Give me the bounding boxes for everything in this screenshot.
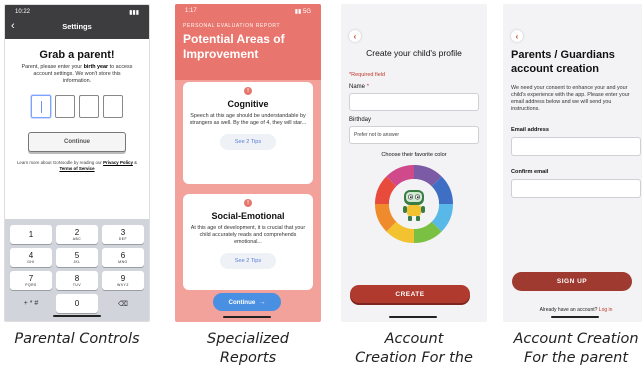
card-title: Cognitive	[227, 99, 269, 109]
arrow-right-icon: →	[259, 298, 266, 306]
digit-field-2[interactable]	[55, 95, 75, 118]
name-label: Name *	[349, 84, 370, 90]
page-title: Grab a parent!	[39, 49, 115, 61]
name-field[interactable]	[349, 93, 479, 111]
top-bar: 10:22 ▮▮▮ ‹ Settings	[5, 5, 149, 39]
caption-account-creation-child: Account Creation For the child	[355, 331, 473, 366]
back-icon[interactable]: ‹	[11, 20, 31, 32]
email-field[interactable]	[511, 137, 641, 156]
page-title: Potential Areas of Improvement	[183, 32, 285, 61]
confirm-email-label: Confirm email	[511, 169, 549, 175]
color-wheel-graphic	[375, 165, 453, 243]
status-bar: 1:17 ▮▮ 5G	[183, 8, 313, 15]
signal-icon: ▮▮▮	[129, 10, 139, 16]
home-indicator	[53, 315, 101, 317]
improvement-card: ! Social-Emotional At this age of develo…	[183, 194, 313, 290]
parent-account-screen: ‹ Parents / Guardians account creation W…	[503, 4, 642, 322]
color-wheel	[373, 163, 455, 245]
key-8[interactable]: 8 TUV	[56, 271, 98, 290]
number-keypad: 1 2 ABC 3 DEF 4 GHI 5 JKL 6 MNO 7 PQRS 8 TUV 9W…	[5, 219, 149, 321]
color-label: Choose their favorite color	[381, 152, 447, 158]
caption-account-creation-parent: Account Creation For the parent	[513, 331, 639, 366]
confirm-email-field[interactable]	[511, 179, 641, 198]
privacy-policy-link[interactable]: Privacy Policy	[103, 160, 133, 165]
key-3[interactable]: 3 DEF	[102, 225, 144, 244]
continue-label: Continue	[228, 298, 256, 306]
nav-title: Settings	[62, 21, 92, 31]
continue-button[interactable]: Continue →	[213, 293, 281, 311]
consent-description: We need your consent to enhance your and…	[511, 85, 630, 112]
digit-field-3[interactable]	[79, 95, 99, 118]
required-note: *Required field	[349, 72, 386, 78]
digit-field-4[interactable]	[103, 95, 123, 118]
card-title: Social-Emotional	[211, 211, 285, 221]
create-button[interactable]: CREATE	[350, 285, 470, 303]
report-header: 1:17 ▮▮ 5G PERSONAL EVALUATION REPORT Po…	[175, 4, 321, 80]
parent-gate: Grab a parent! Parent, please enter your…	[5, 39, 149, 219]
gate-description: Parent, please enter your birth year to …	[21, 64, 133, 84]
home-indicator	[551, 316, 599, 318]
digit-field-1[interactable]	[31, 95, 51, 118]
back-icon[interactable]: ‹	[349, 30, 361, 42]
parental-controls-screen: 10:22 ▮▮▮ ‹ Settings Grab a parent! Pare…	[4, 4, 150, 322]
status-time: 10:22	[15, 9, 31, 15]
key-2[interactable]: 2 ABC	[56, 225, 98, 244]
key-9[interactable]: 9 WXYZ	[102, 271, 144, 290]
login-prompt: Already have an account? Log in	[539, 307, 613, 313]
key-7[interactable]: 7 PQRS	[10, 271, 52, 290]
key-6[interactable]: 6 MNO	[102, 248, 144, 267]
key-0[interactable]: 0	[56, 294, 98, 313]
see-tips-button[interactable]: See 2 Tips	[220, 134, 276, 150]
child-profile-screen: ‹ Create your child's profile *Required …	[341, 4, 487, 322]
caption-parental-controls: Parental Controls	[14, 331, 140, 347]
birthday-label: Birthday	[349, 117, 372, 123]
card-text: Speech at this age should be understanda…	[189, 113, 307, 126]
alert-icon: !	[244, 87, 252, 95]
email-label: Email address	[511, 127, 549, 133]
report-kicker: PERSONAL EVALUATION REPORT	[183, 23, 281, 29]
key-1[interactable]: 1	[10, 225, 52, 244]
alert-icon: !	[244, 199, 252, 207]
reports-screen: 1:17 ▮▮ 5G PERSONAL EVALUATION REPORT Po…	[175, 4, 321, 322]
key-4[interactable]: 4 GHI	[10, 248, 52, 267]
improvement-card: ! Cognitive Speech at this age should be…	[183, 82, 313, 184]
continue-button[interactable]: Continue	[28, 132, 126, 152]
nav-row: ‹ Settings	[5, 16, 149, 36]
caption-specialized-reports: Specialized Reports	[206, 331, 289, 366]
birth-year-input	[13, 95, 141, 118]
delete-icon[interactable]: ⌫	[102, 294, 144, 313]
status-bar: 10:22 ▮▮▮	[5, 5, 149, 16]
legal-text: Learn more about GoNoodle by reading our…	[16, 160, 138, 171]
home-indicator	[389, 316, 437, 318]
home-indicator	[223, 316, 271, 318]
card-text: At this age of development, it is crucia…	[190, 225, 306, 245]
key-5[interactable]: 5 JKL	[56, 248, 98, 267]
sign-up-button[interactable]: SIGN UP	[512, 272, 632, 291]
back-icon[interactable]: ‹	[511, 30, 523, 42]
key-symbols[interactable]: + * #	[10, 294, 52, 313]
signal-icon: ▮▮ 5G	[294, 9, 311, 15]
terms-of-service-link[interactable]: Terms of Service	[59, 166, 94, 171]
page-title: Parents / Guardians account creation	[511, 49, 615, 75]
login-link[interactable]: Log in	[599, 307, 613, 313]
page-title: Create your child's profile	[366, 48, 462, 58]
birthday-field[interactable]: Prefer not to answer	[349, 126, 479, 144]
status-time: 1:17	[185, 8, 197, 14]
see-tips-button[interactable]: See 2 Tips	[220, 253, 276, 269]
